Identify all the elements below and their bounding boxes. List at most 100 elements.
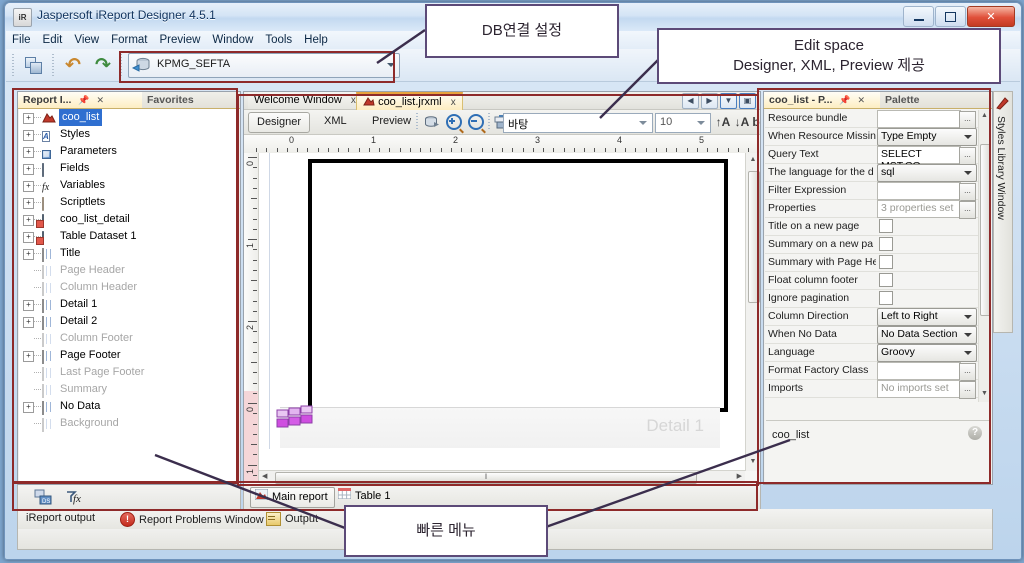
tree-item-detail-2[interactable]: + Detail 2 (19, 313, 239, 330)
property-row-when-resource-missin[interactable]: When Resource Missin Type Empty (765, 127, 991, 146)
menu-item-view[interactable]: View (68, 31, 105, 49)
zoom-out-button[interactable] (466, 113, 486, 131)
scroll-up-icon[interactable]: ▲ (980, 112, 989, 122)
tree-expander[interactable]: + (23, 351, 34, 362)
menu-item-help[interactable]: Help (298, 31, 334, 49)
tab-favorites[interactable]: Favorites (142, 92, 240, 108)
close-icon[interactable]: ✕ (96, 95, 104, 105)
tree-item-background[interactable]: Background (19, 415, 239, 432)
property-row-ignore-pagination[interactable]: Ignore pagination (765, 289, 991, 308)
menu-item-file[interactable]: File (6, 31, 37, 49)
tree-expander[interactable]: + (23, 232, 34, 243)
ellipsis-button[interactable]: ... (959, 381, 976, 399)
tree-item-title[interactable]: + Title (19, 245, 239, 262)
close-icon[interactable]: ✕ (857, 95, 865, 105)
tree-item-summary[interactable]: Summary (19, 381, 239, 398)
font-size-select[interactable]: 10 (655, 113, 711, 133)
menu-item-preview[interactable]: Preview (154, 31, 207, 49)
minimize-button[interactable] (903, 6, 934, 27)
properties-table[interactable]: Resource bundle... When Resource Missin Ty… (765, 109, 991, 483)
property-row-query-text[interactable]: Query Text SELECT MST.CO…... (765, 145, 991, 172)
property-row-summary-with-page-he[interactable]: Summary with Page He (765, 253, 991, 272)
tab-report-inspector[interactable]: Report I... 📌 ✕ (18, 92, 153, 108)
copy-report-button[interactable] (20, 53, 46, 77)
view-tab-preview[interactable]: Preview (364, 112, 419, 131)
property-input-imports[interactable]: No imports set... (877, 380, 976, 399)
tree-item-fields[interactable]: + Fields (19, 160, 239, 177)
tree-expander[interactable]: + (23, 198, 34, 209)
properties-scrollbar[interactable]: ▲ ▼ (978, 110, 991, 402)
property-row-column-direction[interactable]: Column Direction Left to Right (765, 307, 991, 326)
maximize-editor-button[interactable]: ▣ (739, 93, 756, 109)
scrollbar-thumb[interactable] (748, 171, 760, 303)
tree-expander[interactable]: + (23, 215, 34, 226)
property-row-imports[interactable]: Imports No imports set... (765, 379, 991, 399)
property-row-properties[interactable]: Properties 3 properties set... (765, 199, 991, 219)
tree-item-coo-list[interactable]: + coo_list (19, 109, 239, 126)
property-checkbox-title-on-a-new-page[interactable] (879, 219, 893, 233)
tree-expander[interactable]: + (23, 249, 34, 260)
tree-item-coo-list-detail[interactable]: + coo_list_detail (19, 211, 239, 228)
scroll-down-icon[interactable]: ▼ (980, 390, 989, 400)
redo-button[interactable]: ↷ (90, 53, 116, 77)
decrease-font-button[interactable]: ↓A (733, 113, 751, 131)
property-row-filter-expression[interactable]: Filter Expression... (765, 181, 991, 201)
view-tab-designer[interactable]: Designer (248, 112, 311, 133)
maximize-button[interactable] (935, 6, 966, 27)
scroll-up-icon[interactable]: ▲ (748, 156, 758, 166)
property-row-summary-on-a-new-pa[interactable]: Summary on a new pa (765, 235, 991, 254)
tree-item-last-page-footer[interactable]: Last Page Footer (19, 364, 239, 381)
report-page[interactable]: Detail 1 (269, 153, 728, 449)
help-icon[interactable]: ? (968, 426, 982, 440)
property-row-when-no-data[interactable]: When No Data No Data Section (765, 325, 991, 344)
property-input-format-factory-class[interactable]: ... (877, 362, 976, 381)
tab-main-report[interactable]: Main report (250, 487, 335, 508)
tree-item-styles[interactable]: + A Styles (19, 126, 239, 143)
scroll-right-icon[interactable]: ▶ (737, 472, 742, 480)
expression-icon[interactable]: fx (64, 488, 86, 506)
property-checkbox-ignore-pagination[interactable] (879, 291, 893, 305)
undo-button[interactable]: ↶ (60, 53, 86, 77)
tab-scroll-right-button[interactable]: ▶ (701, 93, 718, 109)
menu-item-window[interactable]: Window (206, 31, 259, 49)
property-select-when-resource-missin[interactable]: Type Empty (877, 128, 977, 146)
property-input-filter-expression[interactable]: ... (877, 182, 976, 201)
property-select-when-no-data[interactable]: No Data Section (877, 326, 977, 344)
status-output[interactable]: Output (266, 512, 318, 526)
styles-library-dock[interactable]: Styles Library Window (993, 91, 1013, 333)
scrollbar-thumb[interactable] (980, 144, 991, 316)
view-tab-xml[interactable]: XML (316, 112, 355, 131)
bold-button[interactable]: b (752, 113, 760, 131)
status-report-problems[interactable]: ! Report Problems Window (120, 512, 264, 527)
selected-table-element[interactable] (308, 159, 728, 412)
property-row-float-column-footer[interactable]: Float column footer (765, 271, 991, 290)
tree-item-variables[interactable]: + fx Variables (19, 177, 239, 194)
increase-font-button[interactable]: ↑A (714, 113, 732, 131)
tab-properties[interactable]: coo_list - P... 📌 ✕ (764, 92, 891, 108)
scrollbar-thumb[interactable]: ‖ (275, 472, 697, 484)
property-row-language[interactable]: Language Groovy (765, 343, 991, 362)
canvas-vertical-scrollbar[interactable]: ▲ ▼ (745, 153, 760, 471)
menu-item-format[interactable]: Format (105, 31, 153, 49)
close-icon[interactable]: x (451, 97, 456, 108)
dataset-button[interactable] (422, 113, 442, 131)
tab-list-button[interactable]: ▼ (720, 93, 737, 109)
tab-palette[interactable]: Palette (880, 92, 992, 108)
property-row-the-language-for-the-d[interactable]: The language for the d sql (765, 163, 991, 182)
tab-coo-list-jrxml[interactable]: coo_list.jrxml x (356, 92, 463, 111)
db-connection-select[interactable]: KPMG_SEFTA (128, 53, 400, 78)
property-checkbox-summary-on-a-new-pa[interactable] (879, 237, 893, 251)
tab-scroll-left-button[interactable]: ◀ (682, 93, 699, 109)
pin-icon[interactable]: 📌 (839, 95, 850, 105)
font-name-select[interactable]: 바탕 (503, 113, 653, 133)
tree-item-column-header[interactable]: Column Header (19, 279, 239, 296)
tree-expander[interactable]: + (23, 147, 34, 158)
tree-expander[interactable]: + (23, 164, 34, 175)
canvas-horizontal-scrollbar[interactable]: ◀ ‖ ▶ (259, 470, 745, 484)
tree-expander[interactable]: + (23, 130, 34, 141)
property-input-resource-bundle[interactable]: ... (877, 110, 976, 129)
property-select-column-direction[interactable]: Left to Right (877, 308, 977, 326)
menu-item-edit[interactable]: Edit (37, 31, 69, 49)
tab-welcome-window[interactable]: Welcome Window x (248, 92, 363, 109)
property-row-format-factory-class[interactable]: Format Factory Class... (765, 361, 991, 381)
